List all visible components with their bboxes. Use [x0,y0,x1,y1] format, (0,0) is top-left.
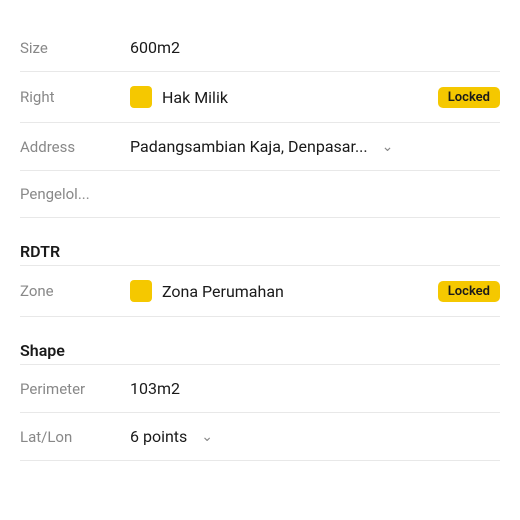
latlon-value[interactable]: 6 points ⌄ [130,427,500,446]
shape-section-header: Shape [20,323,500,365]
address-chevron-icon: ⌄ [382,139,394,155]
address-value[interactable]: Padangsambian Kaja, Denpasar... ⌄ [130,137,500,156]
right-text: Hak Milik [162,88,228,107]
address-text: Padangsambian Kaja, Denpasar... [130,137,368,156]
zone-locked-badge: Locked [438,281,500,302]
zone-row: Zone Zona Perumahan Locked [20,266,500,317]
right-locked-badge: Locked [438,87,500,108]
right-label: Right [20,88,130,106]
perimeter-row: Perimeter 103m2 [20,365,500,413]
pengelol-label: Pengelol... [20,185,130,203]
right-value: Hak Milik Locked [130,86,500,108]
size-label: Size [20,39,130,57]
zone-label: Zone [20,282,130,300]
rdtr-section-header: RDTR [20,224,500,266]
perimeter-label: Perimeter [20,380,130,398]
perimeter-value: 103m2 [130,379,500,398]
latlon-text: 6 points [130,427,187,446]
size-row: Size 600m2 [20,24,500,72]
right-row: Right Hak Milik Locked [20,72,500,123]
latlon-row[interactable]: Lat/Lon 6 points ⌄ [20,413,500,461]
zone-swatch [130,280,152,302]
right-swatch [130,86,152,108]
zone-text: Zona Perumahan [162,282,284,301]
zone-value: Zona Perumahan Locked [130,280,500,302]
latlon-label: Lat/Lon [20,428,130,446]
latlon-chevron-icon: ⌄ [201,429,213,445]
address-label: Address [20,138,130,156]
pengelol-row: Pengelol... [20,171,500,218]
address-row[interactable]: Address Padangsambian Kaja, Denpasar... … [20,123,500,171]
size-value: 600m2 [130,38,500,57]
